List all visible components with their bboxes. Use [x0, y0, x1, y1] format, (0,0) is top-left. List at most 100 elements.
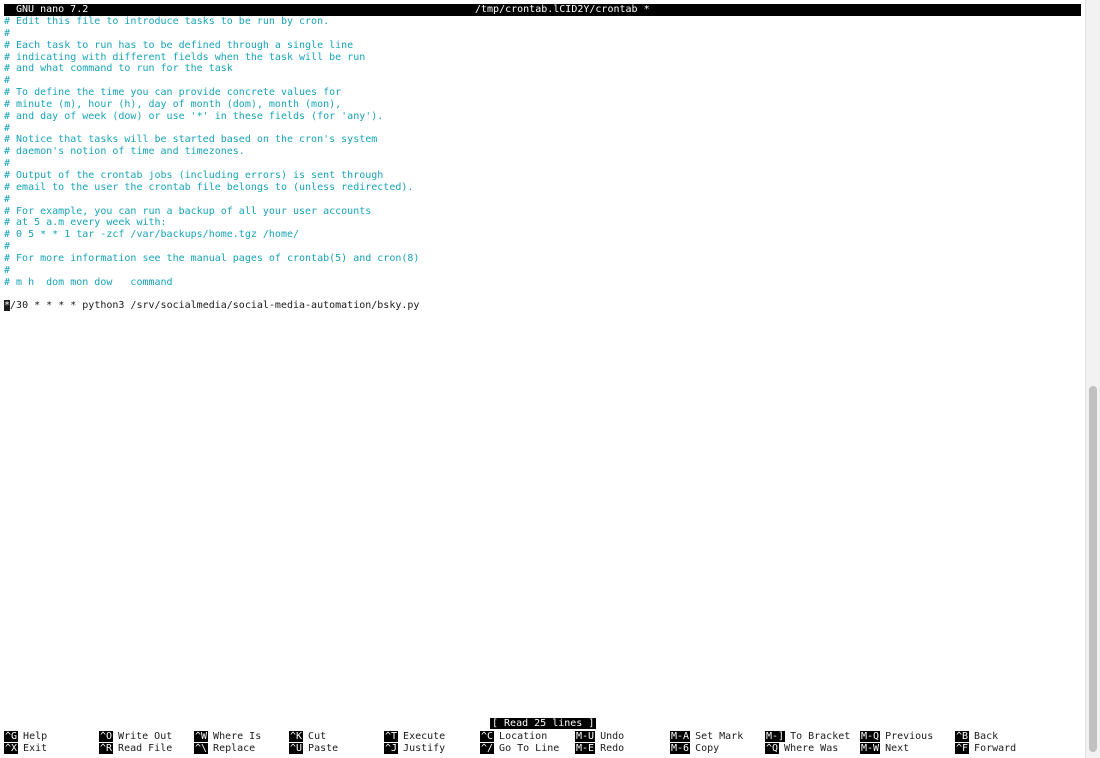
- shortcut-replace[interactable]: ^\ Replace: [194, 743, 255, 755]
- shortcut-undo[interactable]: M-U Undo: [575, 731, 624, 743]
- comment-line[interactable]: # daemon's notion of time and timezones.: [4, 146, 1081, 158]
- shortcut-execute[interactable]: ^T Execute: [384, 731, 445, 743]
- blank-line[interactable]: [4, 288, 1081, 300]
- shortcut-key: ^Q: [765, 743, 780, 754]
- shortcut-key: ^K: [289, 731, 304, 742]
- shortcut-copy[interactable]: M-6 Copy: [670, 743, 719, 755]
- shortcut-key: ^R: [99, 743, 114, 754]
- shortcut-key: ^T: [384, 731, 399, 742]
- shortcut-set-mark[interactable]: M-A Set Mark: [670, 731, 743, 743]
- shortcut-key: ^O: [99, 731, 114, 742]
- shortcut-label: Replace: [213, 743, 256, 754]
- comment-line[interactable]: # indicating with different fields when …: [4, 52, 1081, 64]
- shortcut-row-2: ^X Exit ^R Read File ^\ Replace ^U Paste ^J J…: [4, 743, 1081, 755]
- shortcut-label: Next: [885, 743, 910, 754]
- shortcut-next[interactable]: M-W Next: [860, 743, 909, 755]
- comment-line[interactable]: # Notice that tasks will be started base…: [4, 134, 1081, 146]
- comment-line[interactable]: # For example, you can run a backup of a…: [4, 206, 1081, 218]
- vertical-scrollbar[interactable]: [1085, 0, 1100, 758]
- shortcut-label: Redo: [600, 743, 625, 754]
- shortcut-go-to-line[interactable]: ^/ Go To Line: [480, 743, 559, 755]
- shortcut-redo[interactable]: M-E Redo: [575, 743, 624, 755]
- cron-job-line[interactable]: */30 * * * * python3 /srv/socialmedia/so…: [4, 300, 1081, 312]
- comment-line[interactable]: # For more information see the manual pa…: [4, 253, 1081, 265]
- shortcut-row-1: ^G Help ^O Write Out ^W Where Is ^K Cut ^T Ex…: [4, 731, 1081, 743]
- shortcut-label: Cut: [308, 731, 327, 742]
- shortcut-key: M-Q: [860, 731, 881, 742]
- shortcut-label: Previous: [885, 731, 934, 742]
- file-name: /tmp/crontab.lCID2Y/crontab *: [475, 4, 650, 15]
- shortcut-label: Justify: [403, 743, 446, 754]
- comment-line[interactable]: # and what command to run for the task: [4, 63, 1081, 75]
- shortcut-previous[interactable]: M-Q Previous: [860, 731, 933, 743]
- comment-line[interactable]: # and day of week (dow) or use '*' in th…: [4, 111, 1081, 123]
- cron-job-text: /30 * * * * python3 /srv/socialmedia/soc…: [10, 300, 420, 312]
- comment-line[interactable]: # m h dom mon dow command: [4, 277, 1081, 289]
- status-message: [ Read 25 lines ]: [490, 718, 597, 729]
- shortcut-label: Execute: [403, 731, 446, 742]
- comment-line[interactable]: # Edit this file to introduce tasks to b…: [4, 16, 1081, 28]
- comment-line[interactable]: # 0 5 * * 1 tar -zcf /var/backups/home.t…: [4, 229, 1081, 241]
- comment-line[interactable]: # To define the time you can provide con…: [4, 87, 1081, 99]
- comment-line[interactable]: # Each task to run has to be defined thr…: [4, 40, 1081, 52]
- shortcut-write-out[interactable]: ^O Write Out: [99, 731, 172, 743]
- shortcut-forward[interactable]: ^F Forward: [955, 743, 1016, 755]
- scrollbar-thumb[interactable]: [1089, 386, 1097, 752]
- shortcut-read-file[interactable]: ^R Read File: [99, 743, 172, 755]
- shortcut-label: Help: [23, 731, 48, 742]
- shortcut-key: ^W: [194, 731, 209, 742]
- comment-line[interactable]: #: [4, 265, 1081, 277]
- shortcut-help[interactable]: ^G Help: [4, 731, 47, 743]
- shortcut-exit[interactable]: ^X Exit: [4, 743, 47, 755]
- terminal-window[interactable]: GNU nano 7.2 /tmp/crontab.lCID2Y/crontab…: [0, 0, 1085, 758]
- shortcut-label: Back: [974, 731, 999, 742]
- comment-line[interactable]: #: [4, 28, 1081, 40]
- comment-line[interactable]: #: [4, 158, 1081, 170]
- shortcut-key: ^J: [384, 743, 399, 754]
- shortcut-label: Read File: [118, 743, 173, 754]
- editor-area[interactable]: # Edit this file to introduce tasks to b…: [4, 16, 1081, 312]
- comment-line[interactable]: # Output of the crontab jobs (including …: [4, 170, 1081, 182]
- shortcut-label: Write Out: [118, 731, 173, 742]
- shortcut-key: M-W: [860, 743, 881, 754]
- shortcut-to-bracket[interactable]: M-] To Bracket: [765, 731, 850, 743]
- shortcut-location[interactable]: ^C Location: [480, 731, 547, 743]
- shortcut-label: Where Was: [784, 743, 839, 754]
- shortcut-key: ^/: [480, 743, 495, 754]
- shortcut-paste[interactable]: ^U Paste: [289, 743, 338, 755]
- shortcut-key: M-]: [765, 731, 786, 742]
- shortcut-label: Copy: [695, 743, 720, 754]
- comment-line[interactable]: #: [4, 194, 1081, 206]
- shortcut-key: ^G: [4, 731, 19, 742]
- shortcut-key: M-E: [575, 743, 596, 754]
- comment-line[interactable]: # at 5 a.m every week with:: [4, 217, 1081, 229]
- shortcut-key: ^U: [289, 743, 304, 754]
- shortcut-key: M-6: [670, 743, 691, 754]
- shortcut-label: Forward: [974, 743, 1017, 754]
- shortcut-key: ^\: [194, 743, 209, 754]
- shortcut-label: To Bracket: [790, 731, 851, 742]
- shortcut-label: Paste: [308, 743, 339, 754]
- shortcut-key: ^X: [4, 743, 19, 754]
- shortcut-back[interactable]: ^B Back: [955, 731, 998, 743]
- comment-line[interactable]: #: [4, 241, 1081, 253]
- comment-line[interactable]: #: [4, 75, 1081, 87]
- shortcut-label: Where Is: [213, 731, 262, 742]
- comment-line[interactable]: # email to the user the crontab file bel…: [4, 182, 1081, 194]
- shortcut-label: Exit: [23, 743, 48, 754]
- shortcut-help-bar: ^G Help ^O Write Out ^W Where Is ^K Cut ^T Ex…: [4, 731, 1081, 755]
- shortcut-justify[interactable]: ^J Justify: [384, 743, 445, 755]
- shortcut-key: ^B: [955, 731, 970, 742]
- comment-line[interactable]: # minute (m), hour (h), day of month (do…: [4, 99, 1081, 111]
- shortcut-key: ^C: [480, 731, 495, 742]
- shortcut-label: Go To Line: [499, 743, 560, 754]
- shortcut-where-is[interactable]: ^W Where Is: [194, 731, 261, 743]
- shortcut-cut[interactable]: ^K Cut: [289, 731, 326, 743]
- nano-title-bar: GNU nano 7.2 /tmp/crontab.lCID2Y/crontab…: [4, 4, 1081, 16]
- comment-line[interactable]: #: [4, 123, 1081, 135]
- shortcut-key: M-A: [670, 731, 691, 742]
- shortcut-label: Location: [499, 731, 548, 742]
- shortcut-label: Undo: [600, 731, 625, 742]
- app-name: GNU nano 7.2: [16, 4, 89, 15]
- shortcut-where-was[interactable]: ^Q Where Was: [765, 743, 838, 755]
